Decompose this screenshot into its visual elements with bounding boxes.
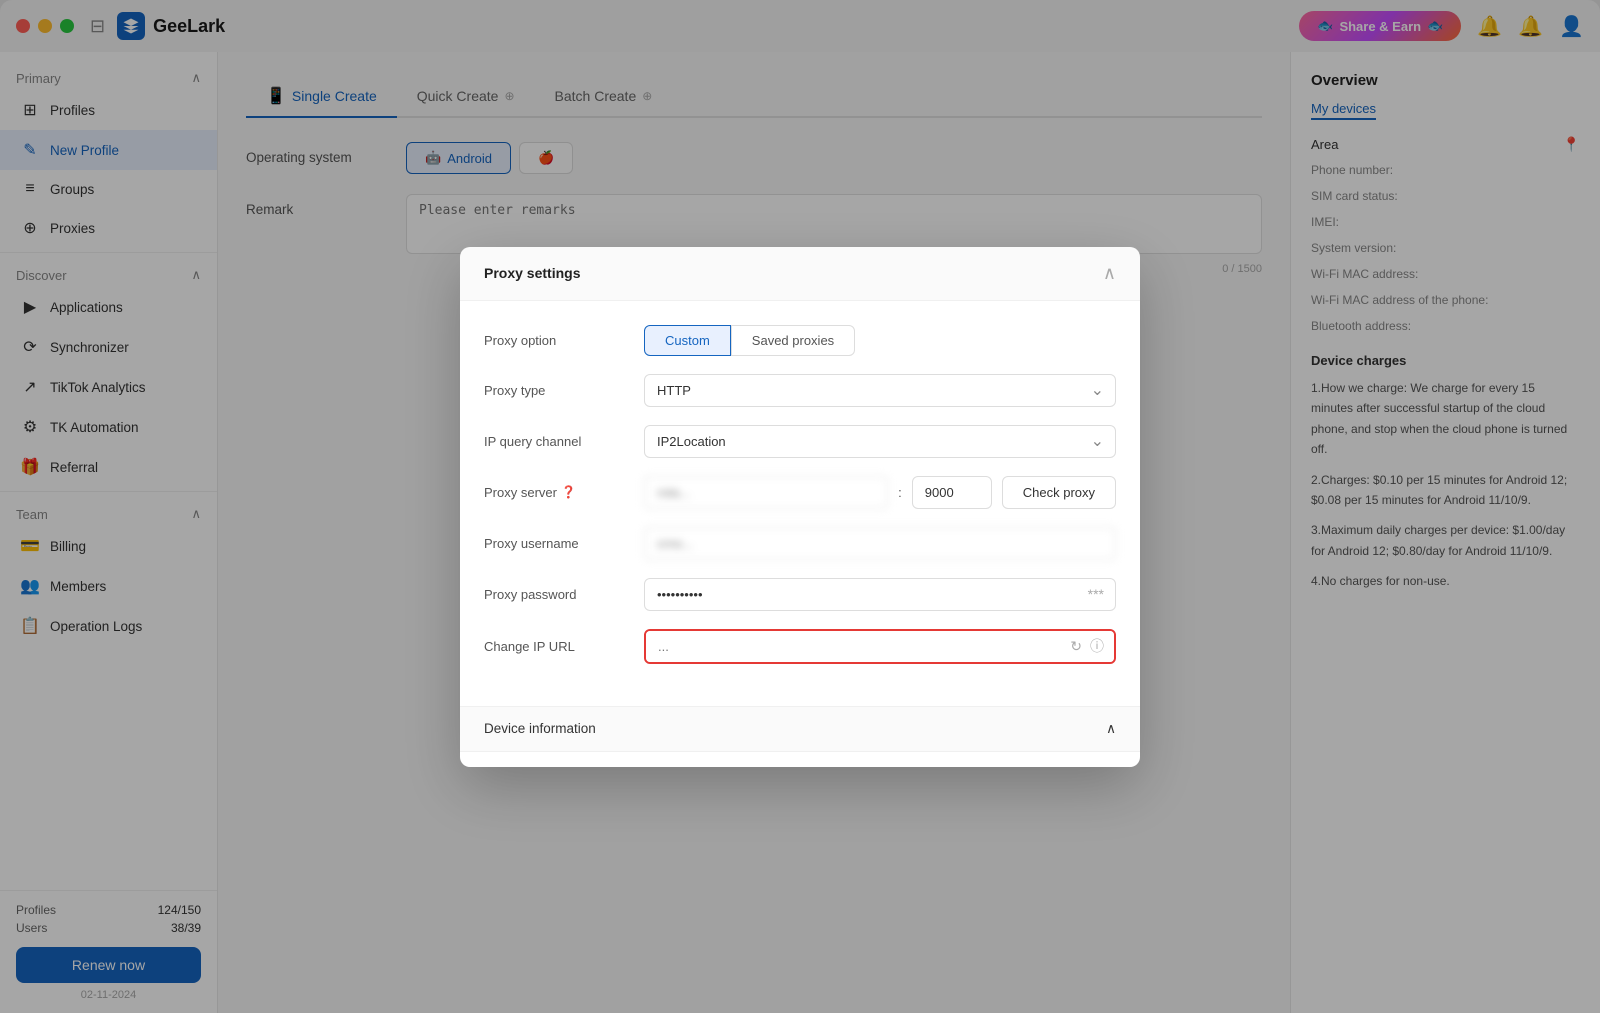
proxy-password-label: Proxy password: [484, 587, 644, 602]
device-information-label: Device information: [484, 721, 596, 736]
proxy-server-help-icon: ❓: [561, 485, 576, 499]
modal-title: Proxy settings: [484, 265, 580, 281]
proxy-option-label: Proxy option: [484, 333, 644, 348]
device-information-section-header[interactable]: Device information ∧: [460, 706, 1140, 751]
proxy-option-control: Custom Saved proxies: [644, 325, 1116, 356]
proxy-option-row: Proxy option Custom Saved proxies: [484, 325, 1116, 356]
modal-header: Proxy settings ∧: [460, 247, 1140, 301]
proxy-username-row: Proxy username: [484, 527, 1116, 560]
check-proxy-button[interactable]: Check proxy: [1002, 476, 1116, 509]
device-information-chevron: ∧: [1106, 721, 1116, 737]
saved-proxies-button[interactable]: Saved proxies: [731, 325, 855, 356]
proxy-server-input[interactable]: [644, 476, 888, 509]
proxy-password-control: ***: [644, 578, 1116, 611]
proxy-username-control: [644, 527, 1116, 560]
change-ip-input[interactable]: [646, 631, 1114, 662]
proxy-password-input[interactable]: [644, 578, 1116, 611]
proxy-type-label: Proxy type: [484, 383, 644, 398]
ip-query-control: IP2Location ipinfo.io: [644, 425, 1116, 458]
change-ip-wrapper: ↻ ⓘ: [644, 629, 1116, 664]
proxy-option-buttons: Custom Saved proxies: [644, 325, 1116, 356]
proxy-server-control: : Check proxy: [644, 476, 1116, 509]
password-toggle-icon[interactable]: ***: [1088, 586, 1104, 602]
proxy-password-row: Proxy password ***: [484, 578, 1116, 611]
proxy-server-input-row: : Check proxy: [644, 476, 1116, 509]
proxy-username-label: Proxy username: [484, 536, 644, 551]
proxy-settings-modal: Proxy settings ∧ Proxy option Custom Sav…: [460, 247, 1140, 767]
proxy-server-row: Proxy server ❓ : Check proxy: [484, 476, 1116, 509]
proxy-type-select[interactable]: HTTP HTTPS SOCKS5: [644, 374, 1116, 407]
proxy-server-label: Proxy server ❓: [484, 485, 644, 500]
proxy-port-input[interactable]: [912, 476, 992, 509]
proxy-type-control: HTTP HTTPS SOCKS5: [644, 374, 1116, 407]
info-icon[interactable]: ⓘ: [1090, 636, 1104, 656]
change-ip-url-control: ↻ ⓘ: [644, 629, 1116, 664]
proxy-type-row: Proxy type HTTP HTTPS SOCKS5: [484, 374, 1116, 407]
change-ip-url-row: Change IP URL ↻ ⓘ: [484, 629, 1116, 664]
modal-footer: Cancel OK: [460, 751, 1140, 767]
change-ip-url-label: Change IP URL: [484, 639, 644, 654]
change-ip-icons: ↻ ⓘ: [1070, 636, 1104, 656]
proxy-username-input[interactable]: [644, 527, 1116, 560]
ip-query-label: IP query channel: [484, 434, 644, 449]
refresh-icon[interactable]: ↻: [1070, 638, 1082, 655]
ip-query-row: IP query channel IP2Location ipinfo.io: [484, 425, 1116, 458]
modal-body: Proxy option Custom Saved proxies Proxy …: [460, 301, 1140, 706]
port-separator: :: [898, 485, 902, 500]
custom-button[interactable]: Custom: [644, 325, 731, 356]
ip-query-select[interactable]: IP2Location ipinfo.io: [644, 425, 1116, 458]
modal-close-button[interactable]: ∧: [1103, 263, 1116, 284]
modal-overlay[interactable]: Proxy settings ∧ Proxy option Custom Sav…: [0, 0, 1600, 1013]
